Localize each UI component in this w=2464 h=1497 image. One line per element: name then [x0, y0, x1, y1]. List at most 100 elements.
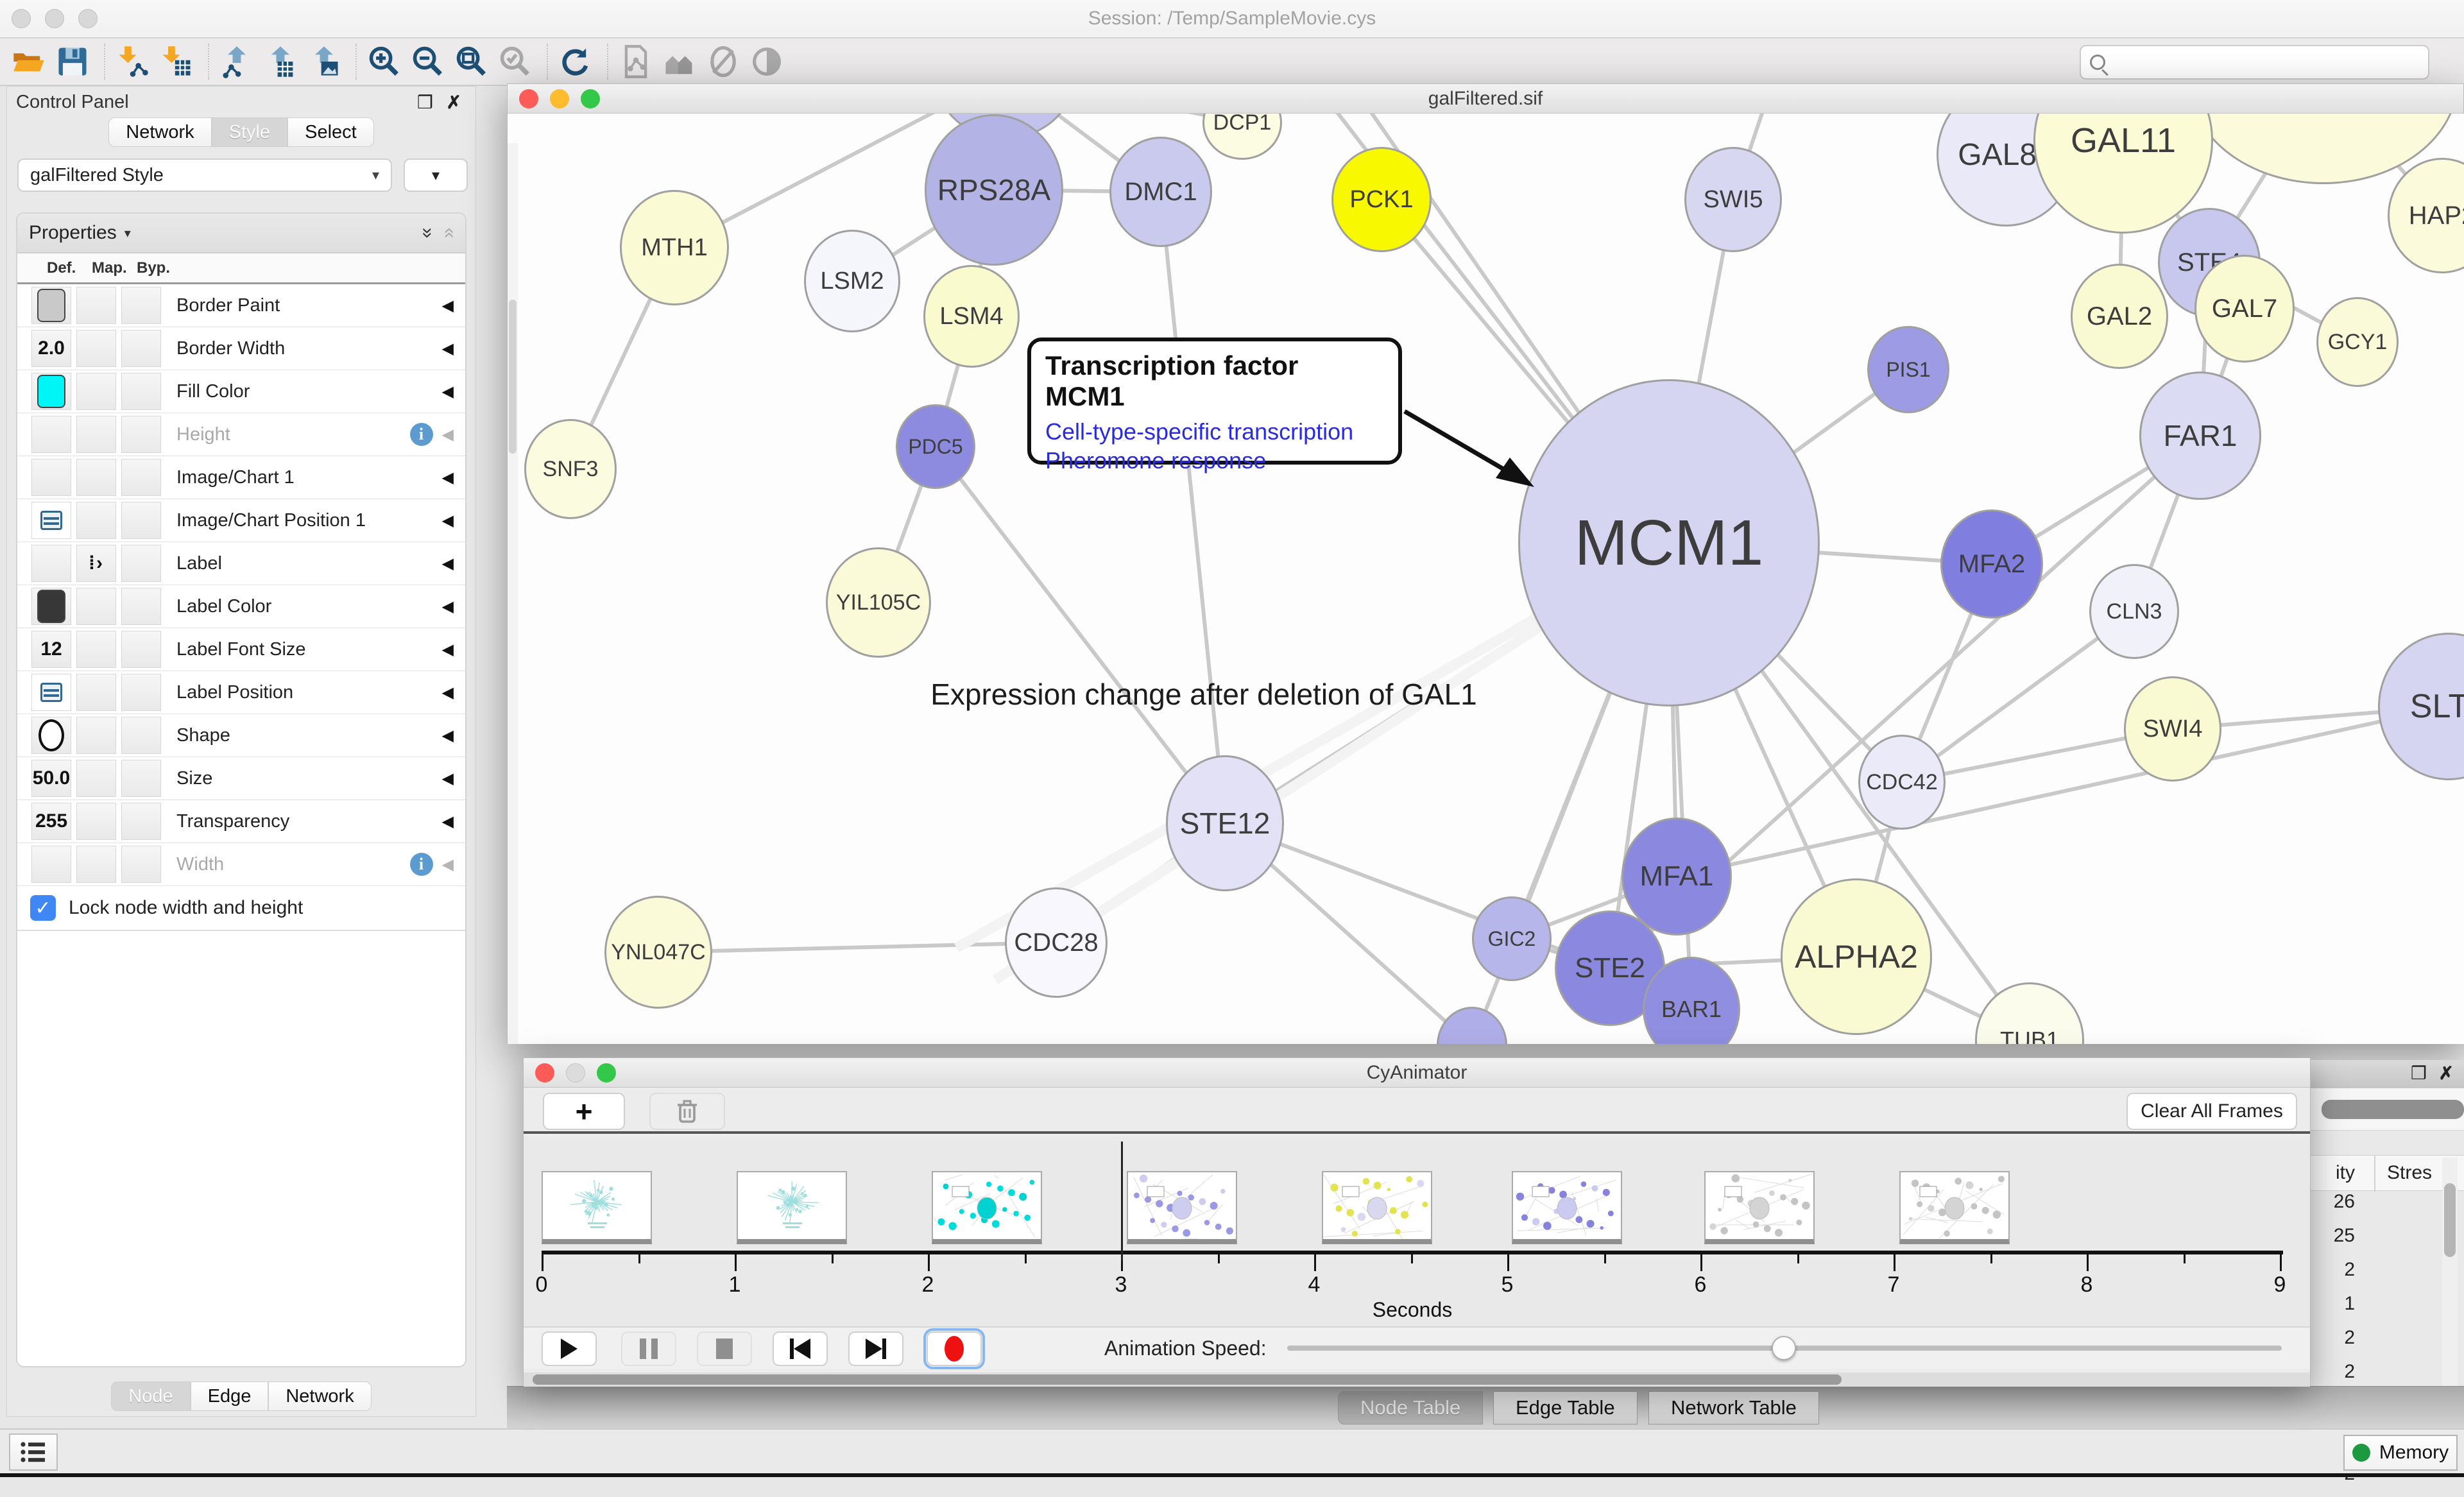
tab-network-table[interactable]: Network Table: [1648, 1391, 1819, 1424]
mapping-cell[interactable]: ⁞›: [76, 545, 116, 582]
export-table-button[interactable]: [261, 42, 300, 81]
tab-edge-table[interactable]: Edge Table: [1493, 1391, 1638, 1424]
expand-chevron-icon[interactable]: ◀: [442, 511, 454, 530]
node-rps28a[interactable]: RPS28A: [925, 114, 1063, 266]
node-dcp1[interactable]: DCP1: [1202, 114, 1282, 160]
zoom-in-button[interactable]: [364, 42, 404, 81]
minimize-traffic-light[interactable]: [550, 89, 569, 108]
default-value-cell[interactable]: [31, 287, 71, 324]
bypass-cell[interactable]: [121, 502, 161, 539]
zoom-fit-button[interactable]: [452, 42, 492, 81]
skip-to-start-button[interactable]: [773, 1331, 828, 1366]
mcm1-annotation[interactable]: Transcription factor MCM1 Cell-type-spec…: [1027, 338, 1402, 465]
bypass-cell[interactable]: [121, 545, 161, 582]
bypass-cell[interactable]: [121, 287, 161, 324]
bypass-cell[interactable]: [121, 459, 161, 496]
bypass-cell[interactable]: [121, 631, 161, 668]
expand-chevron-icon[interactable]: ◀: [442, 425, 454, 444]
import-table-button[interactable]: [157, 42, 196, 81]
slider-thumb[interactable]: [1772, 1336, 1796, 1360]
default-value-cell[interactable]: [31, 717, 71, 754]
mapping-cell[interactable]: [76, 287, 116, 324]
overview-button[interactable]: [660, 42, 699, 81]
default-value-cell[interactable]: 12: [31, 631, 71, 668]
search-box[interactable]: [2080, 45, 2429, 80]
style-dropdown[interactable]: galFiltered Style ▾: [17, 158, 392, 192]
expand-chevron-icon[interactable]: ◀: [442, 726, 454, 745]
checkbox-checked-icon[interactable]: ✓: [30, 895, 56, 921]
bypass-cell[interactable]: [121, 588, 161, 625]
default-value-cell[interactable]: 2.0: [31, 330, 71, 367]
task-history-button[interactable]: [9, 1433, 58, 1471]
node-ynl047c[interactable]: YNL047C: [604, 896, 712, 1009]
default-value-cell[interactable]: [31, 674, 71, 711]
node-cln3[interactable]: CLN3: [2089, 564, 2179, 659]
default-value-cell[interactable]: [31, 846, 71, 883]
refresh-button[interactable]: [556, 42, 595, 81]
node-gal2[interactable]: GAL2: [2071, 264, 2168, 369]
default-value-cell[interactable]: [31, 588, 71, 625]
mapping-cell[interactable]: [76, 416, 116, 453]
default-value-cell[interactable]: [31, 416, 71, 453]
collapse-all-icon[interactable]: »: [438, 228, 459, 239]
node-cut_bottom1[interactable]: [1437, 1007, 1507, 1044]
mapping-cell[interactable]: [76, 588, 116, 625]
node-far1[interactable]: FAR1: [2139, 372, 2261, 500]
timeline-playhead[interactable]: [1121, 1142, 1123, 1261]
node-lsm2[interactable]: LSM2: [804, 230, 900, 332]
mapping-cell[interactable]: [76, 330, 116, 367]
property-row-shape[interactable]: Shape◀: [17, 714, 465, 757]
node-mfa1[interactable]: MFA1: [1621, 817, 1732, 936]
column-header-centrality[interactable]: ity: [2310, 1162, 2355, 1184]
expand-chevron-icon[interactable]: ◀: [442, 296, 454, 315]
mapping-cell[interactable]: [76, 674, 116, 711]
property-row-border-paint[interactable]: Border Paint◀: [17, 284, 465, 327]
float-window-icon[interactable]: ❒: [2411, 1063, 2427, 1084]
lock-node-size-row[interactable]: ✓ Lock node width and height: [17, 886, 465, 931]
bypass-cell[interactable]: [121, 416, 161, 453]
close-panel-icon[interactable]: ✗: [447, 92, 461, 112]
node-tub1[interactable]: TUB1: [1975, 982, 2084, 1044]
expand-chevron-icon[interactable]: ◀: [442, 382, 454, 401]
default-value-cell[interactable]: [31, 502, 71, 539]
tab-node[interactable]: Node: [111, 1382, 190, 1411]
node-swi5[interactable]: SWI5: [1684, 147, 1782, 252]
show-details-button[interactable]: [747, 42, 787, 81]
node-pis1[interactable]: PIS1: [1867, 326, 1949, 413]
expand-chevron-icon[interactable]: ◀: [442, 468, 454, 487]
open-folder-button[interactable]: [9, 42, 49, 81]
hide-details-button[interactable]: [703, 42, 743, 81]
property-row-image-chart-1[interactable]: Image/Chart 1◀: [17, 456, 465, 499]
node-mfa2[interactable]: MFA2: [1940, 509, 2043, 619]
pause-button[interactable]: [621, 1331, 676, 1366]
style-options-button[interactable]: ▾: [404, 158, 468, 192]
expand-chevron-icon[interactable]: ◀: [442, 640, 454, 659]
mapping-cell[interactable]: [76, 846, 116, 883]
property-row-transparency[interactable]: 255Transparency◀: [17, 800, 465, 843]
add-frame-button[interactable]: +: [543, 1093, 625, 1130]
frame-thumbnail-4[interactable]: [1322, 1171, 1432, 1244]
default-value-cell[interactable]: 255: [31, 803, 71, 840]
bypass-cell[interactable]: [121, 803, 161, 840]
network-left-scrollbar[interactable]: [508, 143, 518, 1044]
expand-chevron-icon[interactable]: ◀: [442, 812, 454, 831]
frame-thumbnail-2[interactable]: [932, 1171, 1042, 1244]
node-slt2[interactable]: SLT2: [2378, 633, 2464, 780]
node-dmc1[interactable]: DMC1: [1109, 137, 1212, 247]
node-cdc42[interactable]: CDC42: [1858, 735, 1946, 830]
table-cell-value[interactable]: 25: [2310, 1225, 2438, 1259]
default-value-cell[interactable]: [31, 459, 71, 496]
export-network-button[interactable]: [217, 42, 257, 81]
expand-chevron-icon[interactable]: ◀: [442, 597, 454, 616]
frame-thumbnail-1[interactable]: [737, 1171, 847, 1244]
record-button[interactable]: [927, 1331, 982, 1366]
stop-button[interactable]: [697, 1331, 752, 1366]
bypass-cell[interactable]: [121, 674, 161, 711]
property-row-width[interactable]: Widthi◀: [17, 843, 465, 886]
import-network-button[interactable]: [113, 42, 153, 81]
memory-button[interactable]: Memory: [2343, 1435, 2458, 1471]
mapping-cell[interactable]: [76, 631, 116, 668]
column-header-stress[interactable]: Stres: [2387, 1162, 2432, 1184]
node-ste12[interactable]: STE12: [1166, 755, 1284, 891]
zoom-out-button[interactable]: [408, 42, 448, 81]
